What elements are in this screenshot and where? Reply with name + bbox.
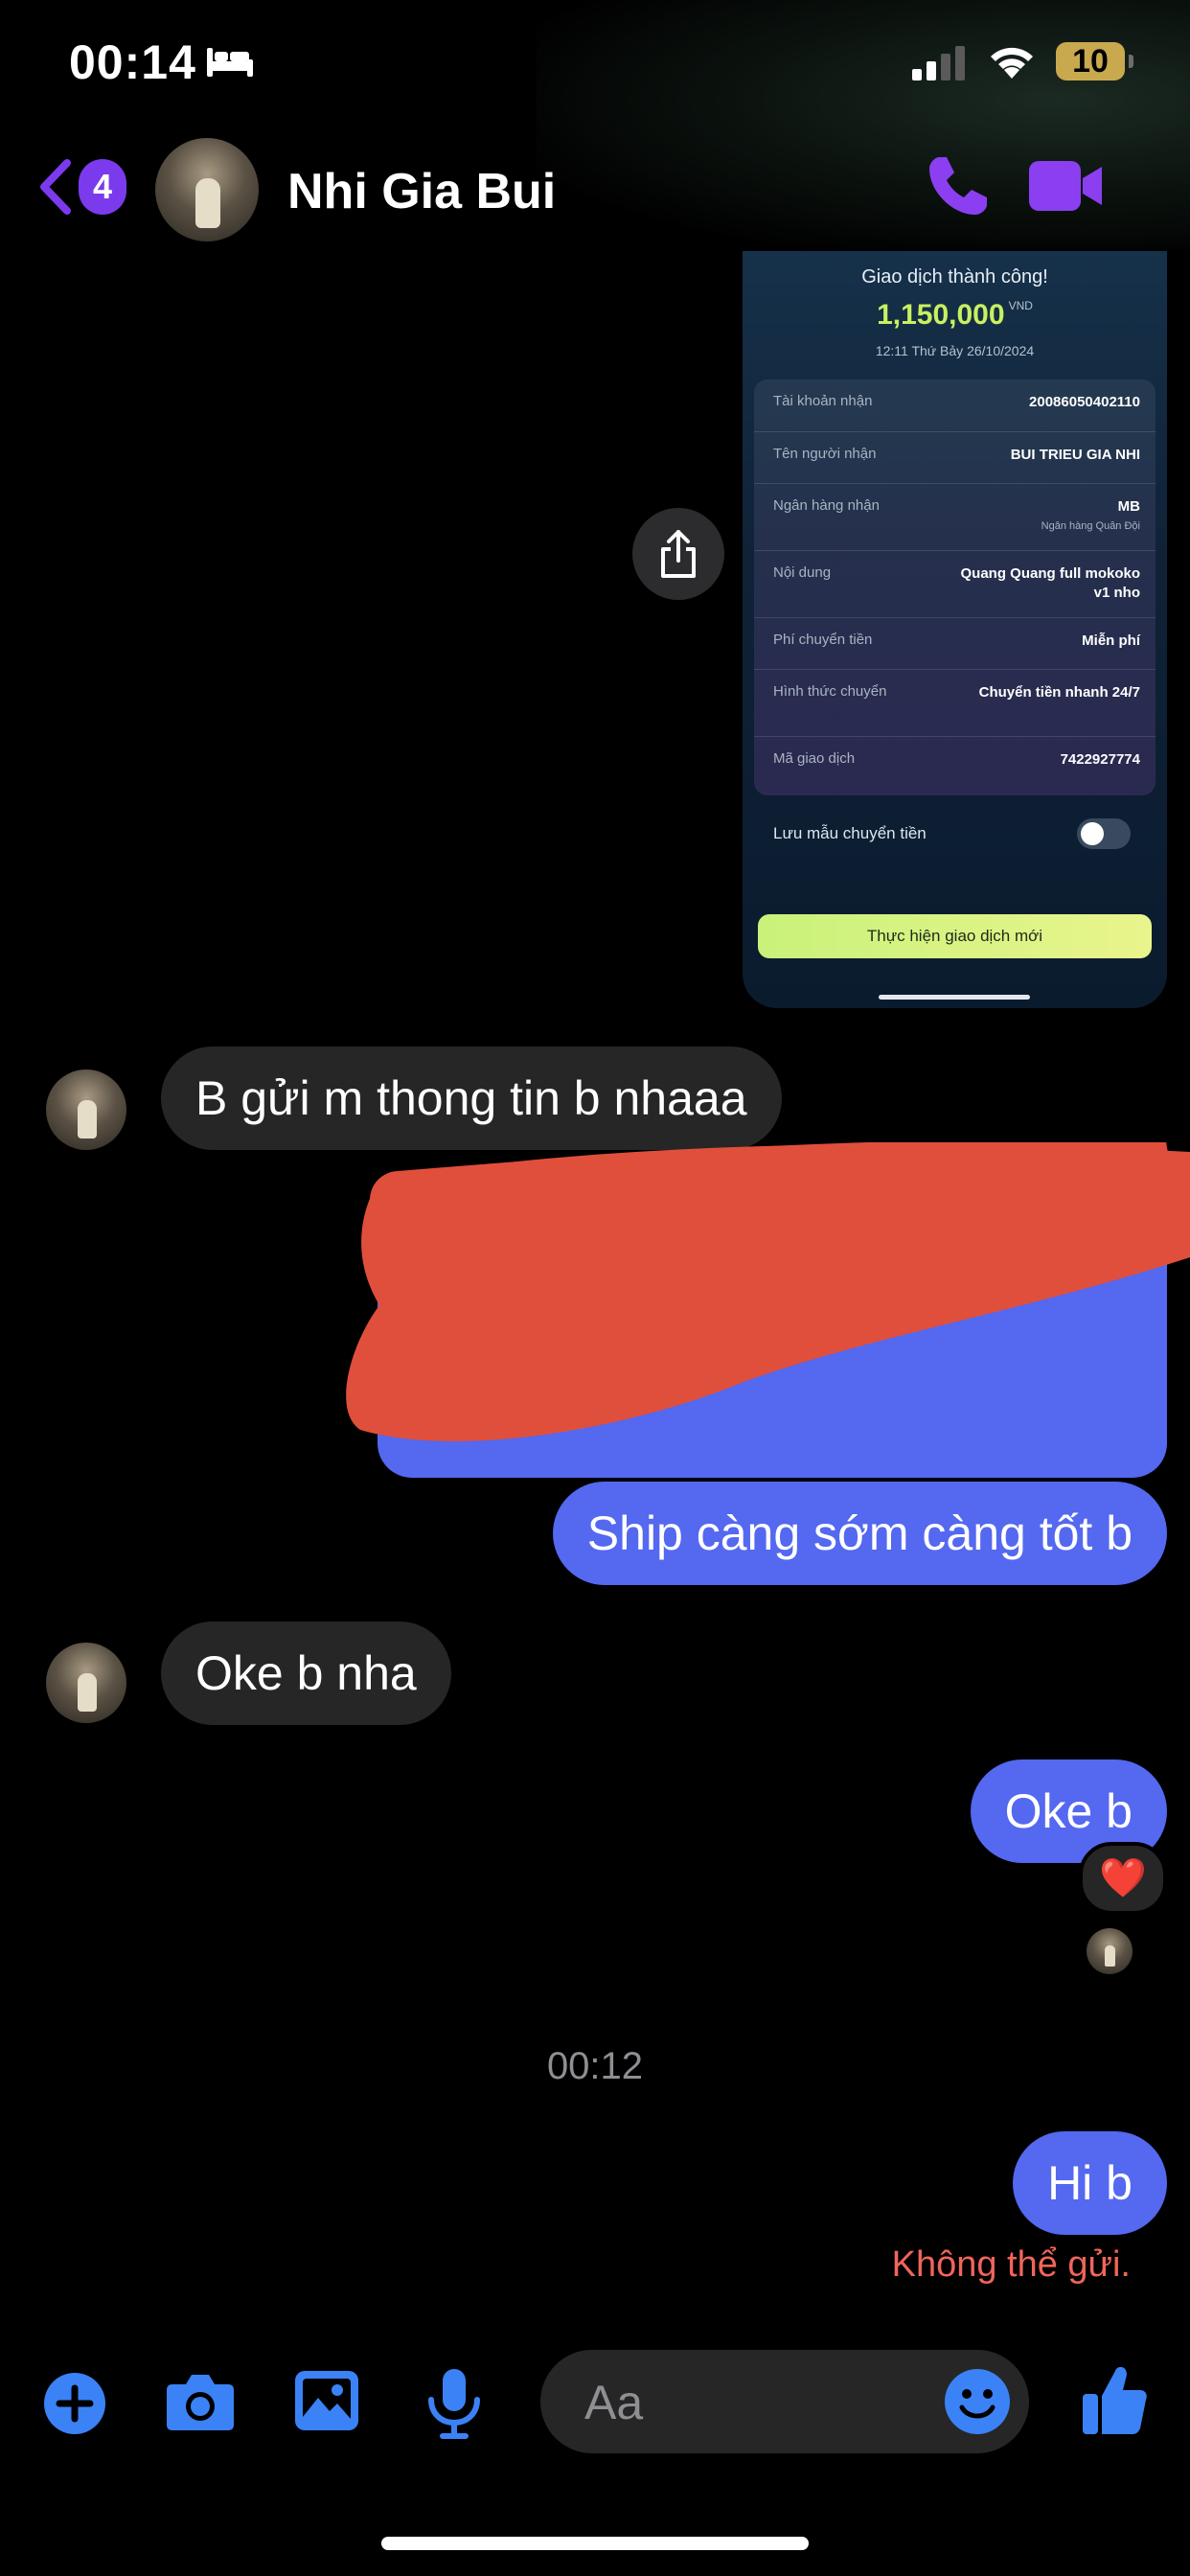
plus-icon[interactable] — [42, 2371, 107, 2436]
heart-reaction[interactable]: ❤️ — [1079, 1842, 1167, 1915]
send-failed-text[interactable]: Không thể gửi. — [892, 2244, 1131, 2286]
outgoing-message[interactable]: Hi b — [1013, 2131, 1167, 2235]
video-call-icon[interactable] — [1027, 159, 1104, 213]
message-input-placeholder: Aa — [584, 2376, 644, 2429]
camera-icon[interactable] — [165, 2371, 236, 2432]
home-indicator — [381, 2537, 809, 2550]
receipt-row: Tài khoản nhận 20086050402110 — [773, 393, 1140, 410]
incoming-message[interactable]: B gửi m thong tin b nhaaa — [161, 1046, 782, 1150]
share-button[interactable] — [632, 508, 724, 600]
contact-avatar-small[interactable] — [46, 1643, 126, 1723]
receipt-amount: 1,150,000 VND — [877, 299, 1033, 331]
cellular-signal-icon — [912, 46, 965, 80]
receipt-home-indicator — [879, 995, 1030, 1000]
receipt-datetime: 12:11 Thứ Bảy 26/10/2024 — [875, 343, 1035, 358]
share-icon — [661, 530, 696, 578]
phone-call-icon[interactable] — [926, 153, 991, 218]
bed-icon — [207, 48, 253, 77]
status-time: 00:14 — [69, 35, 196, 89]
contact-avatar[interactable] — [155, 138, 259, 242]
receipt-details-panel: Tài khoản nhận 20086050402110 Tên người … — [754, 380, 1156, 795]
emoji-icon[interactable] — [943, 2367, 1012, 2436]
outgoing-message[interactable]: Ship càng sớm càng tốt b — [552, 1482, 1167, 1585]
receipt-title: Giao dịch thành công! — [861, 266, 1048, 288]
incoming-message[interactable]: Oke b nha — [161, 1622, 451, 1725]
gallery-icon[interactable] — [293, 2369, 360, 2432]
receipt-row: Ngân hàng nhận MB Ngân hàng Quân Đội — [754, 483, 1156, 551]
wifi-icon — [991, 47, 1033, 79]
receipt-row: Tên người nhận BUI TRIEU GIA NHI — [754, 431, 1156, 484]
unread-count-badge[interactable]: 4 — [79, 159, 126, 215]
microphone-icon[interactable] — [425, 2367, 483, 2440]
receipt-row: Hình thức chuyển Chuyển tiền nhanh 24/7 — [754, 669, 1156, 737]
transfer-receipt-image[interactable]: Giao dịch thành công! 1,150,000 VND 12:11… — [743, 251, 1167, 1008]
receipt-row: Nội dung Quang Quang full mokoko v1 nho — [754, 550, 1156, 618]
receipt-row: Phí chuyển tiền Miễn phí — [754, 617, 1156, 670]
contact-name[interactable]: Nhi Gia Bui — [287, 163, 556, 220]
redaction-scribble — [346, 1142, 1190, 1441]
seen-avatar — [1087, 1928, 1133, 1974]
save-template-toggle — [1077, 818, 1131, 849]
contact-avatar-small[interactable] — [46, 1070, 126, 1150]
message-timestamp: 00:12 — [546, 2045, 644, 2087]
battery-indicator: 10 — [1056, 42, 1133, 80]
thumbs-up-icon[interactable] — [1081, 2363, 1148, 2436]
back-chevron-icon[interactable] — [36, 159, 75, 215]
save-template-label: Lưu mẫu chuyển tiền — [773, 824, 927, 842]
receipt-row: Mã giao dịch 7422927774 — [754, 736, 1156, 796]
receipt-currency: VND — [1008, 299, 1033, 312]
heart-icon: ❤️ — [1099, 1857, 1147, 1899]
new-transaction-button: Thực hiện giao dịch mới — [758, 914, 1152, 958]
